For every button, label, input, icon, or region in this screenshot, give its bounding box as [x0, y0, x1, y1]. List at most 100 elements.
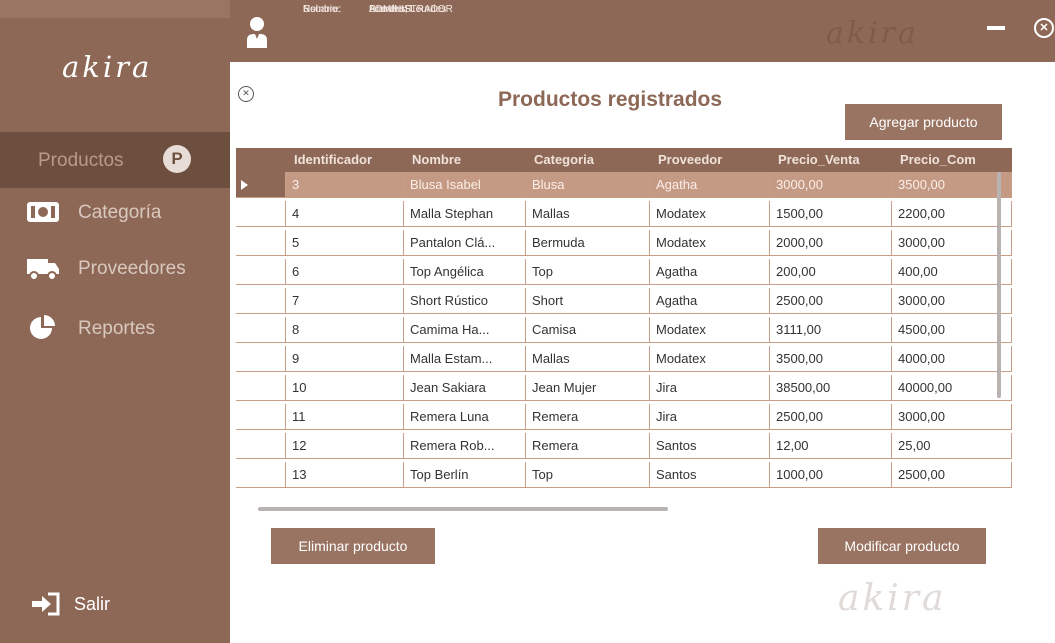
table-cell[interactable]: 5 — [286, 230, 404, 256]
row-header[interactable] — [236, 259, 286, 285]
table-cell[interactable]: Jira — [650, 404, 770, 430]
table-row[interactable]: 4 Malla Stephan Mallas Modatex 1500,00 2200,0… — [236, 201, 1012, 227]
delete-product-button[interactable]: Eliminar producto — [271, 528, 435, 564]
row-header[interactable] — [236, 288, 286, 314]
table-cell[interactable]: 1500,00 — [770, 201, 892, 227]
table-cell[interactable]: Santos — [650, 462, 770, 488]
table-cell[interactable]: 3000,00 — [892, 404, 1012, 430]
table-cell[interactable]: Modatex — [650, 201, 770, 227]
table-cell[interactable]: Top — [526, 462, 650, 488]
table-row[interactable]: 11 Remera Luna Remera Jira 2500,00 3000,00 — [236, 404, 1012, 430]
column-header-proveedor[interactable]: Proveedor — [650, 148, 770, 172]
sidebar-item-categoria[interactable]: Categoría — [0, 184, 230, 240]
table-cell[interactable]: Modatex — [650, 346, 770, 372]
close-window-icon[interactable]: ✕ — [1034, 18, 1054, 38]
sidebar-item-proveedores[interactable]: Proveedores — [0, 240, 230, 296]
table-cell[interactable]: 2500,00 — [770, 288, 892, 314]
table-row[interactable]: 12 Remera Rob... Remera Santos 12,00 25,00 — [236, 433, 1012, 459]
column-header-precio-venta[interactable]: Precio_Venta — [770, 148, 892, 172]
table-cell[interactable]: 7 — [286, 288, 404, 314]
table-cell[interactable]: Jean Sakiara — [404, 375, 526, 401]
table-cell[interactable]: 2500,00 — [770, 404, 892, 430]
table-cell[interactable]: 1000,00 — [770, 462, 892, 488]
table-cell[interactable]: 2200,00 — [892, 201, 1012, 227]
table-cell[interactable]: 4 — [286, 201, 404, 227]
table-cell[interactable]: 4500,00 — [892, 317, 1012, 343]
minimize-button[interactable] — [987, 26, 1005, 30]
table-cell[interactable]: 4000,00 — [892, 346, 1012, 372]
table-cell[interactable]: Blusa — [526, 172, 650, 198]
table-cell[interactable]: 3000,00 — [892, 230, 1012, 256]
table-cell[interactable]: Jean Mujer — [526, 375, 650, 401]
horizontal-scrollbar[interactable] — [258, 507, 668, 511]
column-header-precio-compra[interactable]: Precio_Com — [892, 148, 1012, 172]
table-cell[interactable]: Bermuda — [526, 230, 650, 256]
table-cell[interactable]: Short Rústico — [404, 288, 526, 314]
table-cell[interactable]: 25,00 — [892, 433, 1012, 459]
row-header[interactable] — [236, 201, 286, 227]
table-cell[interactable]: 3500,00 — [770, 346, 892, 372]
table-cell[interactable]: Remera — [526, 433, 650, 459]
sidebar-item-reportes[interactable]: Reportes — [0, 300, 230, 356]
table-row[interactable]: 7 Short Rústico Short Agatha 2500,00 3000,00 — [236, 288, 1012, 314]
add-product-button[interactable]: Agregar producto — [845, 104, 1002, 140]
table-cell[interactable]: 12 — [286, 433, 404, 459]
table-cell[interactable]: Camisa — [526, 317, 650, 343]
table-cell[interactable]: 2500,00 — [892, 462, 1012, 488]
table-cell[interactable]: Top Angélica — [404, 259, 526, 285]
table-cell[interactable]: Remera Rob... — [404, 433, 526, 459]
table-cell[interactable]: Top — [526, 259, 650, 285]
table-cell[interactable]: Mallas — [526, 346, 650, 372]
column-header-categoria[interactable]: Categoria — [526, 148, 650, 172]
table-row[interactable]: 8 Camima Ha... Camisa Modatex 3111,00 4500,00 — [236, 317, 1012, 343]
table-cell[interactable]: 2000,00 — [770, 230, 892, 256]
exit-button[interactable]: Salir — [32, 592, 110, 616]
table-cell[interactable]: 400,00 — [892, 259, 1012, 285]
table-row[interactable]: 13 Top Berlín Top Santos 1000,00 2500,00 — [236, 462, 1012, 488]
table-cell[interactable]: Malla Stephan — [404, 201, 526, 227]
column-header-identificador[interactable]: Identificador — [286, 148, 404, 172]
row-header[interactable] — [236, 230, 286, 256]
row-header[interactable] — [236, 317, 286, 343]
table-cell[interactable]: Mallas — [526, 201, 650, 227]
table-cell[interactable]: Agatha — [650, 288, 770, 314]
table-cell[interactable]: 12,00 — [770, 433, 892, 459]
products-table[interactable]: Identificador Nombre Categoria Proveedor… — [236, 148, 1012, 498]
table-cell[interactable]: 3111,00 — [770, 317, 892, 343]
table-cell[interactable]: Modatex — [650, 317, 770, 343]
table-cell[interactable]: Malla Estam... — [404, 346, 526, 372]
table-cell[interactable]: 8 — [286, 317, 404, 343]
close-form-icon[interactable]: ✕ — [238, 86, 254, 102]
table-cell[interactable]: Santos — [650, 433, 770, 459]
table-cell[interactable]: 3000,00 — [770, 172, 892, 198]
row-header[interactable] — [236, 375, 286, 401]
table-row[interactable]: 5 Pantalon Clá... Bermuda Modatex 2000,00 300… — [236, 230, 1012, 256]
row-header[interactable] — [236, 346, 286, 372]
table-cell[interactable]: 200,00 — [770, 259, 892, 285]
column-header-nombre[interactable]: Nombre — [404, 148, 526, 172]
table-cell[interactable]: Pantalon Clá... — [404, 230, 526, 256]
table-row[interactable]: 9 Malla Estam... Mallas Modatex 3500,00 4000,… — [236, 346, 1012, 372]
table-cell[interactable]: Modatex — [650, 230, 770, 256]
table-row[interactable]: 3 Blusa Isabel Blusa Agatha 3000,00 3500,00 — [236, 172, 1012, 198]
table-cell[interactable]: Camima Ha... — [404, 317, 526, 343]
table-cell[interactable]: Agatha — [650, 172, 770, 198]
table-cell[interactable]: Blusa Isabel — [404, 172, 526, 198]
row-header[interactable] — [236, 404, 286, 430]
table-cell[interactable]: 13 — [286, 462, 404, 488]
table-row[interactable]: 6 Top Angélica Top Agatha 200,00 400,00 — [236, 259, 1012, 285]
modify-product-button[interactable]: Modificar producto — [818, 528, 986, 564]
row-header[interactable] — [236, 433, 286, 459]
row-header[interactable] — [236, 462, 286, 488]
table-cell[interactable]: 40000,00 — [892, 375, 1012, 401]
table-cell[interactable]: 6 — [286, 259, 404, 285]
table-cell[interactable]: Short — [526, 288, 650, 314]
table-cell[interactable]: Agatha — [650, 259, 770, 285]
table-cell[interactable]: 3500,00 — [892, 172, 1012, 198]
table-cell[interactable]: Remera — [526, 404, 650, 430]
table-cell[interactable]: 10 — [286, 375, 404, 401]
table-row[interactable]: 10 Jean Sakiara Jean Mujer Jira 38500,00 4000… — [236, 375, 1012, 401]
table-cell[interactable]: Remera Luna — [404, 404, 526, 430]
table-cell[interactable]: 3000,00 — [892, 288, 1012, 314]
sidebar-item-productos[interactable]: Productos P — [0, 132, 230, 188]
